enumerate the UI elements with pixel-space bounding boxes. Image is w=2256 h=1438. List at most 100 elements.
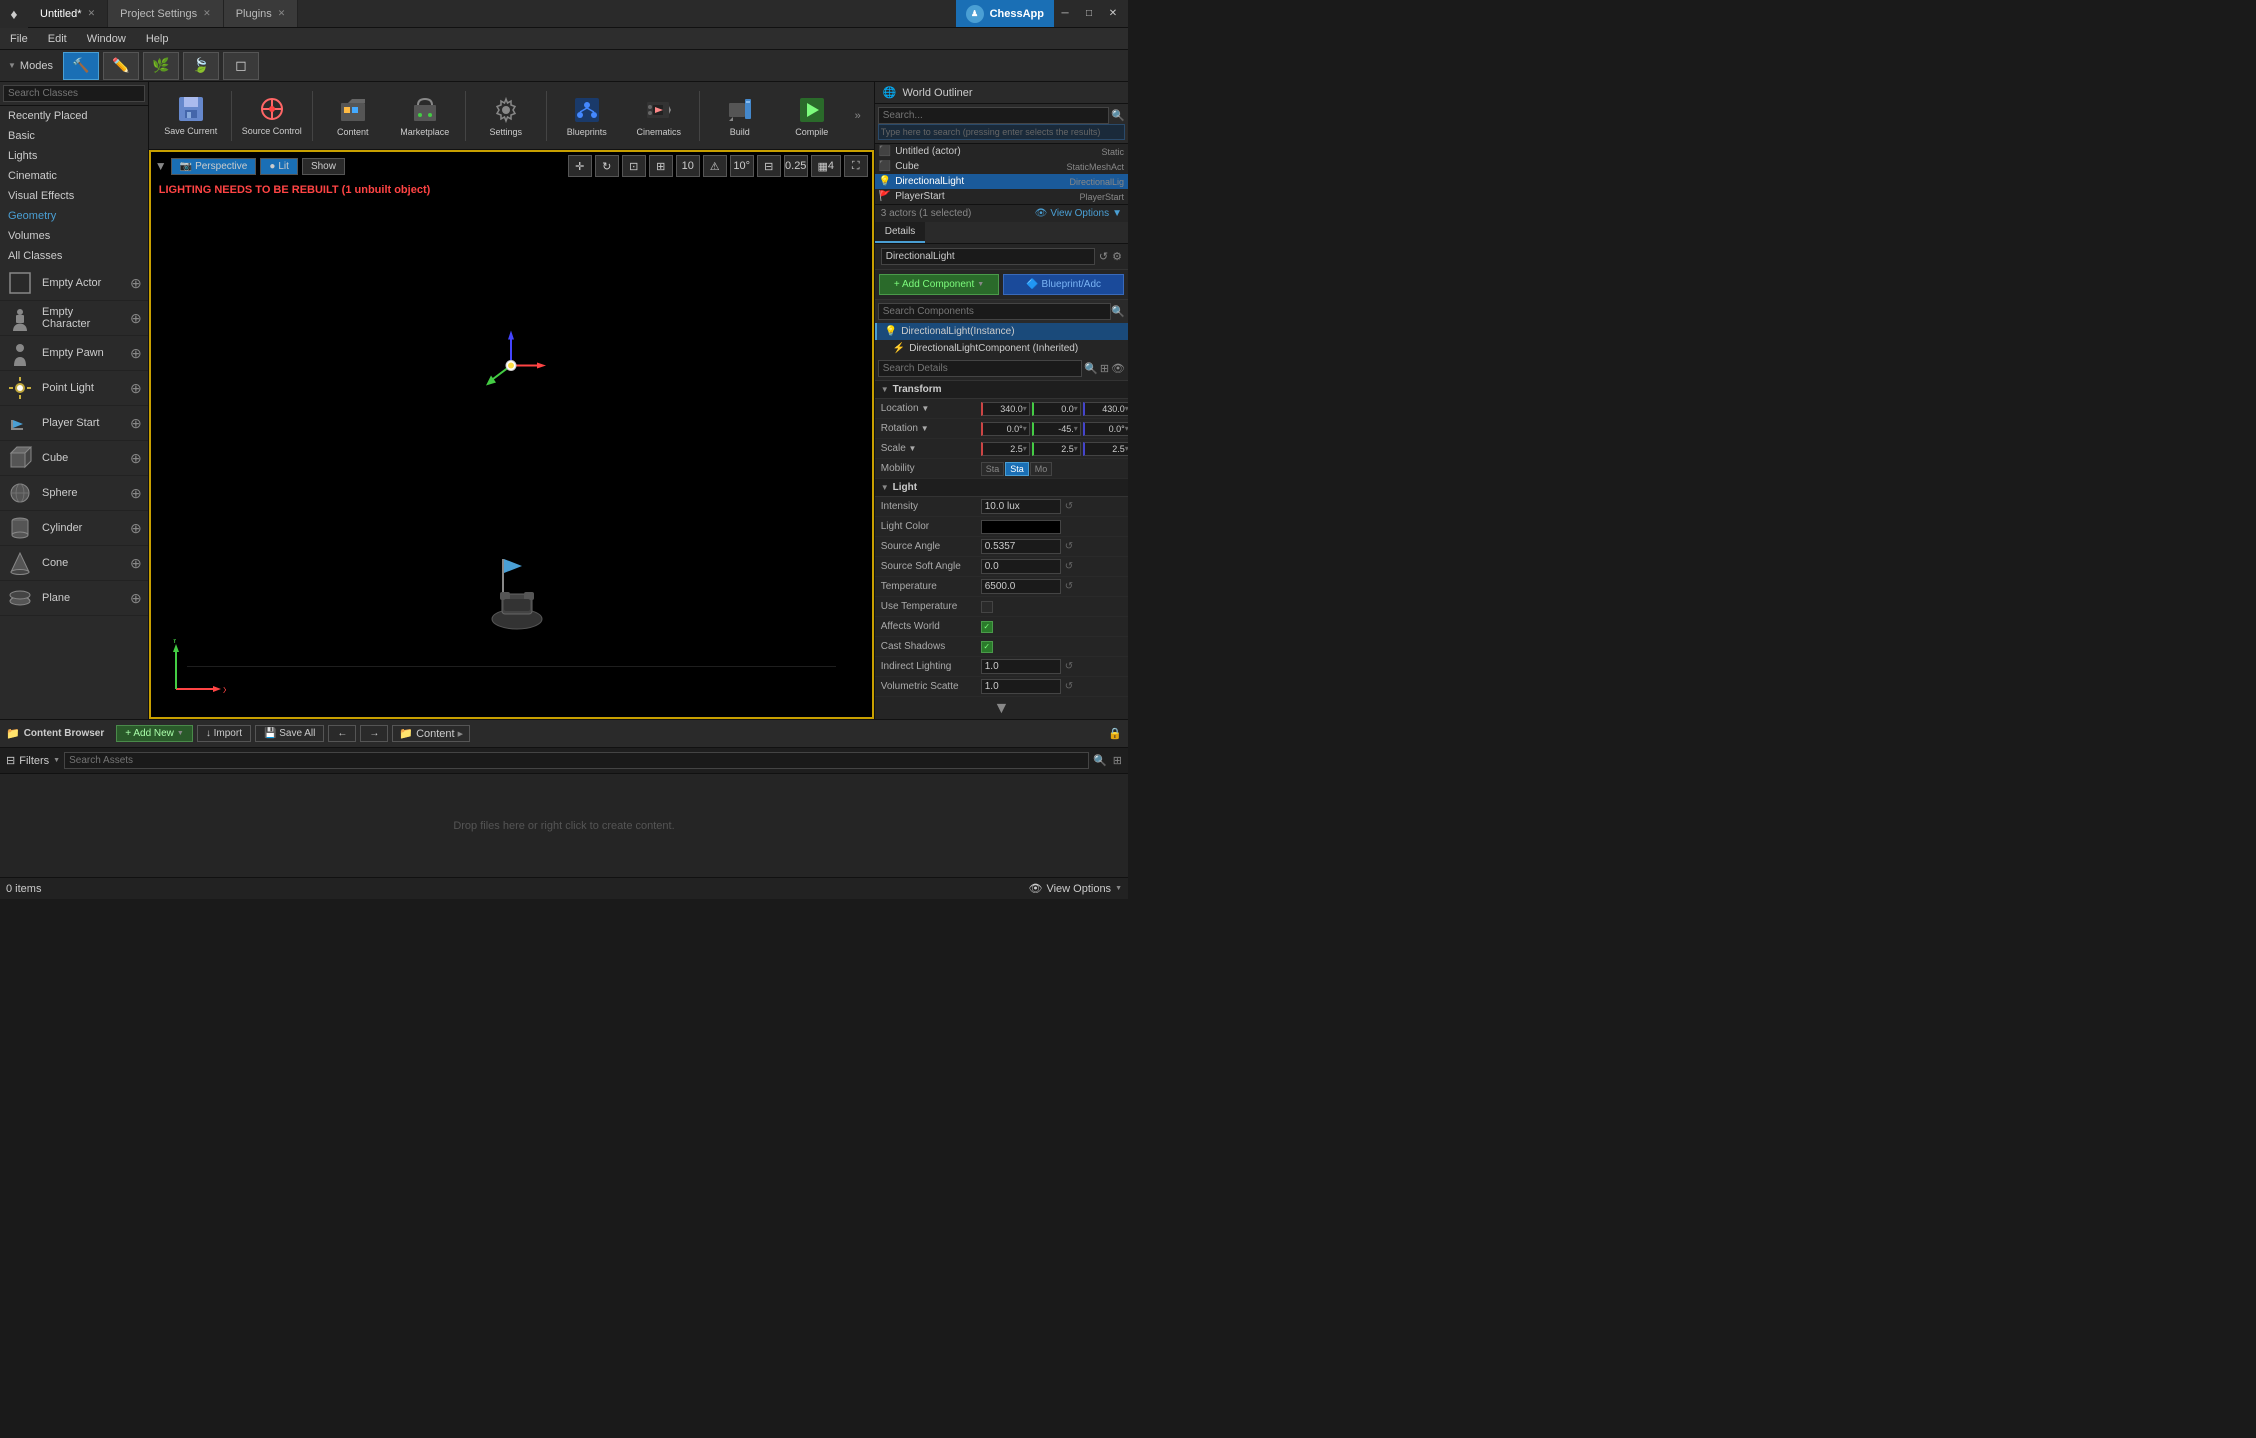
outliner-cube[interactable]: ⬛ Cube StaticMeshAct <box>875 159 1128 174</box>
point-light-add[interactable]: ⊕ <box>130 380 142 397</box>
tab-untitled-close[interactable]: ✕ <box>88 8 96 19</box>
light-section-header[interactable]: Light <box>875 479 1128 497</box>
source-soft-reset[interactable]: ↺ <box>1065 561 1073 572</box>
asset-filter-icon[interactable]: ⊞ <box>1113 754 1122 767</box>
details-tab[interactable]: Details <box>875 222 926 243</box>
class-cone[interactable]: Cone ⊕ <box>0 546 148 581</box>
blueprints-button[interactable]: Blueprints <box>553 86 621 146</box>
actor-name-input[interactable] <box>881 248 1095 265</box>
scale-button[interactable]: ⊡ <box>622 155 646 177</box>
location-z[interactable]: 430.0 ▾ <box>1083 402 1128 416</box>
rotation-x[interactable]: 0.0° ▾ <box>981 422 1030 436</box>
tab-ps-close[interactable]: ✕ <box>203 8 211 19</box>
class-cube[interactable]: Cube ⊕ <box>0 441 148 476</box>
save-all-button[interactable]: 💾 Save All <box>255 725 324 742</box>
content-button[interactable]: Content <box>319 86 387 146</box>
menu-file[interactable]: File <box>0 28 38 49</box>
detail-search-icon[interactable]: 🔍 <box>1084 362 1098 375</box>
use-temperature-checkbox[interactable]: ✓ <box>981 601 993 613</box>
comp-search-icon[interactable]: 🔍 <box>1111 305 1125 318</box>
add-component-button[interactable]: + Add Component ▼ <box>879 274 1000 295</box>
player-start-add[interactable]: ⊕ <box>130 415 142 432</box>
asset-search-input[interactable] <box>64 752 1089 769</box>
compile-button[interactable]: Compile <box>778 86 846 146</box>
affects-world-checkbox[interactable]: ✓ <box>981 621 993 633</box>
mode-foliage[interactable]: 🍃 <box>183 52 219 80</box>
component-search-input[interactable] <box>878 303 1112 320</box>
class-search-input[interactable] <box>3 85 145 102</box>
detail-eye-icon[interactable]: 👁 <box>1111 362 1125 375</box>
indirect-lighting-input[interactable] <box>981 659 1061 674</box>
cat-all-classes[interactable]: All Classes <box>0 246 148 266</box>
stationary-button[interactable]: Sta <box>1005 462 1029 476</box>
menu-window[interactable]: Window <box>77 28 136 49</box>
source-angle-input[interactable] <box>981 539 1061 554</box>
mode-landscape[interactable]: 🌿 <box>143 52 179 80</box>
comp-directional-light-component[interactable]: ⚡ DirectionalLightComponent (Inherited) <box>875 340 1128 357</box>
lock-icon[interactable]: 🔒 <box>1108 728 1122 740</box>
show-button[interactable]: Show <box>302 158 345 175</box>
detail-grid-icon[interactable]: ⊞ <box>1100 362 1109 375</box>
menu-edit[interactable]: Edit <box>38 28 77 49</box>
marketplace-button[interactable]: Marketplace <box>391 86 459 146</box>
tab-plugins[interactable]: Plugins ✕ <box>224 0 299 27</box>
actor-reset-icon[interactable]: ↺ <box>1099 250 1108 263</box>
cast-shadows-checkbox[interactable]: ✓ <box>981 641 993 653</box>
location-x[interactable]: 340.0 ▾ <box>981 402 1030 416</box>
cat-basic[interactable]: Basic <box>0 126 148 146</box>
menu-help[interactable]: Help <box>136 28 179 49</box>
filters-button[interactable]: ⊟ Filters ▼ <box>6 754 60 767</box>
light-color-swatch[interactable] <box>981 520 1061 534</box>
toolbar-more-button[interactable]: » <box>850 86 866 146</box>
nav-forward-button[interactable]: → <box>360 725 388 742</box>
intensity-input[interactable] <box>981 499 1061 514</box>
outliner-directional-light[interactable]: 💡 DirectionalLight DirectionalLig <box>875 174 1128 189</box>
lit-button[interactable]: ● Lit <box>260 158 298 175</box>
rotation-y-arrow[interactable]: ▾ <box>1074 424 1078 433</box>
source-angle-reset[interactable]: ↺ <box>1065 541 1073 552</box>
mode-geometry[interactable]: ◻ <box>223 52 259 80</box>
location-z-arrow[interactable]: ▾ <box>1125 404 1128 413</box>
volumetric-scatter-input[interactable] <box>981 679 1061 694</box>
rotate-button[interactable]: ↻ <box>595 155 619 177</box>
empty-character-add[interactable]: ⊕ <box>130 310 142 327</box>
class-sphere[interactable]: Sphere ⊕ <box>0 476 148 511</box>
location-y[interactable]: 0.0 ▾ <box>1032 402 1081 416</box>
tab-plugins-close[interactable]: ✕ <box>278 8 286 19</box>
expand-section-button[interactable]: ▼ <box>875 697 1128 719</box>
source-soft-angle-input[interactable] <box>981 559 1061 574</box>
mode-placement[interactable]: 🔨 <box>63 52 99 80</box>
viewport-dropdown[interactable]: ▼ <box>155 159 167 173</box>
location-y-arrow[interactable]: ▾ <box>1074 404 1078 413</box>
add-new-button[interactable]: + Add New ▼ <box>116 725 193 742</box>
class-player-start[interactable]: Player Start ⊕ <box>0 406 148 441</box>
outliner-search-icon[interactable]: 🔍 <box>1111 109 1125 122</box>
empty-pawn-add[interactable]: ⊕ <box>130 345 142 362</box>
volumetric-scatter-reset[interactable]: ↺ <box>1065 681 1073 692</box>
maximize-button[interactable]: □ <box>1078 3 1100 25</box>
blueprint-button[interactable]: 🔷 Blueprint/Adc <box>1003 274 1124 295</box>
scale-snap-button[interactable]: ⊟ <box>757 155 781 177</box>
class-empty-pawn[interactable]: Empty Pawn ⊕ <box>0 336 148 371</box>
class-empty-character[interactable]: Empty Character ⊕ <box>0 301 148 336</box>
outliner-search-input[interactable] <box>878 107 1110 124</box>
layer-button[interactable]: ▦ 4 <box>811 155 841 177</box>
intensity-reset[interactable]: ↺ <box>1065 501 1073 512</box>
snap-button[interactable]: ⊞ <box>649 155 673 177</box>
rotation-z-arrow[interactable]: ▾ <box>1125 424 1128 433</box>
cat-cinematic[interactable]: Cinematic <box>0 166 148 186</box>
scale-z[interactable]: 2.5 ▾ <box>1083 442 1128 456</box>
indirect-lighting-reset[interactable]: ↺ <box>1065 661 1073 672</box>
outliner-untitled-actor[interactable]: ⬛ Untitled (actor) Static <box>875 144 1128 159</box>
movable-button[interactable]: Mo <box>1030 462 1053 476</box>
view-options-bottom[interactable]: 👁 View Options ▼ <box>1028 882 1122 895</box>
source-control-button[interactable]: Source Control <box>238 86 306 146</box>
settings-button[interactable]: Settings <box>472 86 540 146</box>
tab-project-settings[interactable]: Project Settings ✕ <box>108 0 224 27</box>
cinematics-button[interactable]: Cinematics <box>625 86 693 146</box>
perspective-button[interactable]: 📷 Perspective <box>171 158 257 175</box>
scale-y[interactable]: 2.5 ▾ <box>1032 442 1081 456</box>
view-options-button[interactable]: 👁 View Options ▼ <box>1035 208 1122 219</box>
rotation-y[interactable]: -45. ▾ <box>1032 422 1081 436</box>
minimize-button[interactable]: ─ <box>1054 3 1076 25</box>
